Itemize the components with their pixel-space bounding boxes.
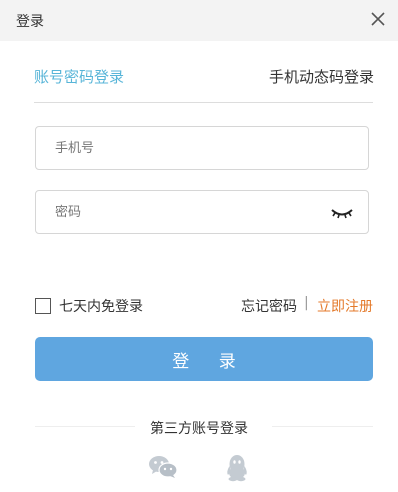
eye-closed-icon[interactable] xyxy=(330,205,354,221)
remember-checkbox[interactable] xyxy=(35,298,51,314)
remember-label: 七天内免登录 xyxy=(59,299,143,315)
wechat-icon[interactable] xyxy=(148,455,178,479)
login-button[interactable]: 登 录 xyxy=(35,337,373,381)
qq-icon[interactable] xyxy=(225,454,249,482)
tab-sms-login[interactable]: 手机动态码登录 xyxy=(269,66,374,87)
third-party-label: 第三方账号登录 xyxy=(150,421,248,437)
phone-input[interactable] xyxy=(55,127,315,169)
dialog-title: 登录 xyxy=(16,14,44,30)
link-separator: | xyxy=(304,295,309,311)
password-field-box xyxy=(35,190,369,234)
tab-divider xyxy=(34,102,373,103)
register-link[interactable]: 立即注册 xyxy=(317,296,373,316)
password-input[interactable] xyxy=(55,191,315,233)
divider-right xyxy=(272,426,373,427)
phone-field-box xyxy=(35,126,369,170)
tab-password-login[interactable]: 账号密码登录 xyxy=(34,66,124,87)
close-icon[interactable] xyxy=(368,9,388,29)
titlebar: 登录 xyxy=(0,0,398,41)
forgot-password-link[interactable]: 忘记密码 xyxy=(241,296,297,316)
remember-me[interactable]: 七天内免登录 xyxy=(35,296,143,316)
